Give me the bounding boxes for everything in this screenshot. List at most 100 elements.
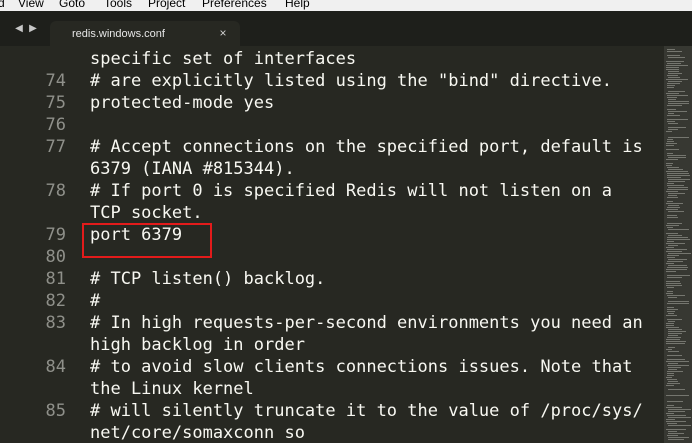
minimap-stroke	[666, 165, 672, 166]
minimap-stroke	[668, 179, 690, 180]
minimap-stroke	[666, 293, 673, 294]
minimap-stroke	[668, 297, 677, 298]
minimap-stroke	[667, 155, 686, 156]
minimap-stroke	[668, 411, 685, 412]
line-number: 82	[45, 291, 66, 311]
minimap-stroke	[668, 333, 682, 334]
tab-redis-windows-conf[interactable]: redis.windows.conf ×	[50, 21, 240, 46]
minimap-stroke	[667, 405, 674, 406]
minimap-stroke	[668, 369, 677, 370]
minimap-stroke	[666, 339, 680, 340]
minimap-stroke	[668, 99, 676, 100]
line-number: 84	[45, 357, 66, 377]
menu-item-partial[interactable]: d	[0, 0, 5, 10]
menu-bar: d View Goto Tools Project Preferences He…	[0, 0, 692, 11]
tab-label: redis.windows.conf	[72, 28, 165, 40]
line-number: 74	[45, 71, 66, 91]
minimap-stroke	[667, 49, 675, 50]
highlight-annotation-box	[82, 223, 212, 258]
minimap-stroke	[667, 267, 688, 268]
code-line: the Linux kernel	[90, 379, 254, 399]
code-line: protected-mode yes	[90, 93, 275, 113]
minimap-stroke	[668, 57, 685, 58]
minimap-stroke	[668, 91, 685, 92]
code-line: # will silently truncate it to the value…	[90, 401, 643, 421]
code-line: #	[90, 291, 101, 311]
minimap-stroke	[668, 439, 684, 440]
minimap-stroke	[667, 173, 689, 174]
minimap-stroke	[666, 145, 674, 146]
minimap-stroke	[667, 337, 681, 338]
code-editor[interactable]: specific set of interfaces 74 # are explic…	[0, 46, 664, 443]
minimap-stroke	[668, 409, 691, 410]
minimap-stroke	[666, 225, 679, 226]
minimap-stroke	[667, 189, 688, 190]
line-number: 76	[45, 115, 66, 135]
minimap-stroke	[666, 281, 680, 282]
code-line: high backlog in order	[90, 335, 305, 355]
minimap-stroke	[666, 341, 686, 342]
minimap-stroke	[666, 323, 674, 324]
code-line: 6379 (IANA #815344).	[90, 159, 295, 179]
minimap-stroke	[668, 431, 677, 432]
minimap-stroke	[667, 291, 673, 292]
minimap-stroke	[668, 347, 675, 348]
minimap-stroke	[668, 367, 681, 368]
menu-item-goto[interactable]: Goto	[59, 0, 85, 10]
minimap-stroke	[667, 139, 673, 140]
minimap-stroke	[666, 67, 679, 68]
minimap-stroke	[668, 71, 679, 72]
minimap-stroke	[667, 375, 674, 376]
minimap-stroke	[668, 137, 689, 138]
line-number: 85	[45, 401, 66, 421]
minimap-stroke	[667, 85, 675, 86]
minimap-stroke	[667, 115, 680, 116]
minimap-stroke	[668, 389, 685, 390]
minimap-stroke	[667, 215, 677, 216]
minimap-stroke	[668, 425, 691, 426]
menu-item-tools[interactable]: Tools	[104, 0, 132, 10]
code-line: # are explicitly listed using the "bind"…	[90, 71, 612, 91]
minimap-stroke	[666, 191, 678, 192]
minimap-stroke	[668, 181, 685, 182]
minimap-stroke	[668, 129, 678, 130]
tab-nav-forward-icon[interactable]: ▶	[28, 23, 38, 35]
minimap-stroke	[668, 245, 678, 246]
minimap-stroke	[667, 355, 682, 356]
minimap-stroke	[666, 361, 689, 362]
minimap-stroke	[667, 435, 678, 436]
minimap-stroke	[667, 75, 678, 76]
minimap-stroke	[667, 401, 683, 402]
minimap-stroke	[667, 239, 690, 240]
minimap-stroke	[666, 429, 686, 430]
code-line: # If port 0 is specified Redis will not …	[90, 181, 612, 201]
minimap-stroke	[667, 217, 678, 218]
minimap-stroke	[667, 51, 682, 52]
minimap-stroke	[666, 171, 688, 172]
minimap-stroke	[668, 253, 691, 254]
tab-nav-back-icon[interactable]: ◀	[14, 23, 24, 35]
minimap-stroke	[668, 111, 687, 112]
minimap-stroke	[667, 95, 688, 96]
minimap-stroke	[667, 121, 675, 122]
minimap[interactable]	[664, 46, 692, 443]
minimap-stroke	[666, 269, 687, 270]
menu-item-view[interactable]: View	[18, 0, 44, 10]
minimap-stroke	[667, 201, 673, 202]
code-line: specific set of interfaces	[90, 49, 357, 69]
minimap-stroke	[666, 395, 689, 396]
minimap-stroke	[668, 211, 684, 212]
minimap-stroke	[666, 327, 679, 328]
minimap-stroke	[666, 79, 688, 80]
menu-item-help[interactable]: Help	[285, 0, 310, 10]
minimap-stroke	[666, 143, 677, 144]
minimap-stroke	[667, 223, 682, 224]
minimap-stroke	[666, 233, 678, 234]
minimap-stroke	[668, 259, 687, 260]
code-line: # Accept connections on the specified po…	[90, 137, 643, 157]
menu-item-project[interactable]: Project	[148, 0, 185, 10]
close-icon[interactable]: ×	[216, 26, 230, 40]
minimap-stroke	[667, 287, 674, 288]
menu-item-preferences[interactable]: Preferences	[202, 0, 267, 10]
minimap-stroke	[667, 295, 685, 296]
